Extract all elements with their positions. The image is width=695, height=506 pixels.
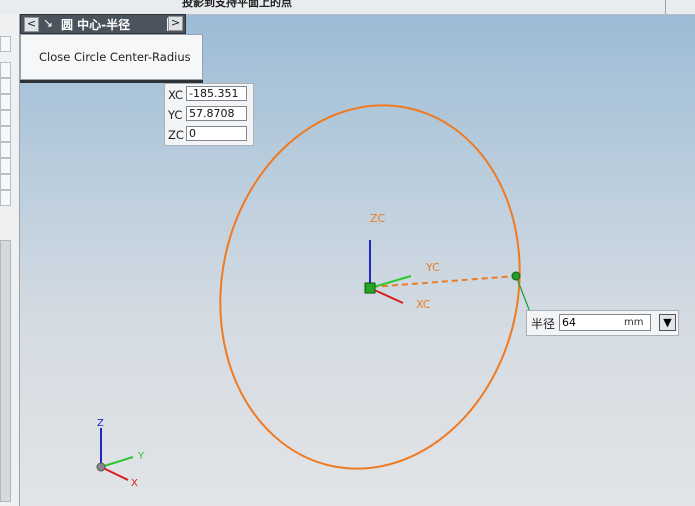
left-panel-row[interactable] [0,190,11,206]
left-panel-row[interactable] [0,36,11,52]
triad-y-label: Y [137,451,145,462]
left-panel-row[interactable] [0,62,11,78]
radius-unit: mm [624,317,644,328]
radius-input-box: 半径 mm ▼ [526,310,679,336]
triad-z-label: Z [97,418,104,429]
center-xc-label: XC [416,298,431,311]
status-text: 投影到支持平面上的点 [182,0,292,9]
left-panel-row[interactable] [0,174,11,190]
left-panel [0,14,20,506]
command-menu: Close Circle Center-Radius [20,34,203,80]
triad-y-axis [100,456,134,468]
left-panel-row[interactable] [0,110,11,126]
pin-icon[interactable]: ↘ [43,16,53,30]
center-zc-label: ZC [370,212,386,225]
zc-label: ZC [168,128,184,142]
radius-handle[interactable] [511,271,521,281]
left-panel-row[interactable] [0,142,11,158]
left-panel-scrollbar[interactable] [0,240,11,502]
center-yc-label: YC [425,261,440,274]
coord-row-yc: YC [165,106,253,124]
left-panel-row[interactable] [0,158,11,174]
command-title-bar: < ↘ 圆 中心-半径 ✕ [20,14,186,34]
triad-x-label: X [131,478,138,489]
coord-row-zc: ZC [165,126,253,144]
radius-label: 半径 [531,317,556,331]
graphics-viewport[interactable]: ZC YC XC Z Y X [20,15,695,506]
coordinate-input-box: XC YC ZC [164,83,254,146]
left-panel-row[interactable] [0,126,11,142]
triad-origin [96,462,106,472]
center-y-axis [369,275,412,289]
center-point-marker[interactable] [364,282,376,294]
command-title: 圆 中心-半径 [61,18,131,32]
xc-input[interactable] [186,86,247,101]
arrow-down-icon[interactable]: ▼ [659,314,676,331]
yc-input[interactable] [186,106,247,121]
scene-canvas[interactable]: ZC YC XC Z Y X [20,15,695,506]
status-divider [665,0,666,14]
menu-item-close-circle[interactable]: Close Circle Center-Radius [39,50,191,64]
left-panel-row[interactable] [0,78,11,94]
prev-icon[interactable]: < [24,17,39,32]
zc-input[interactable] [186,126,247,141]
top-status-bar: 投影到支持平面上的点 [0,0,695,15]
yc-label: YC [168,108,183,122]
next-icon[interactable]: > [168,16,183,31]
coord-row-xc: XC [165,86,253,104]
xc-label: XC [168,88,184,102]
left-panel-row[interactable] [0,94,11,110]
